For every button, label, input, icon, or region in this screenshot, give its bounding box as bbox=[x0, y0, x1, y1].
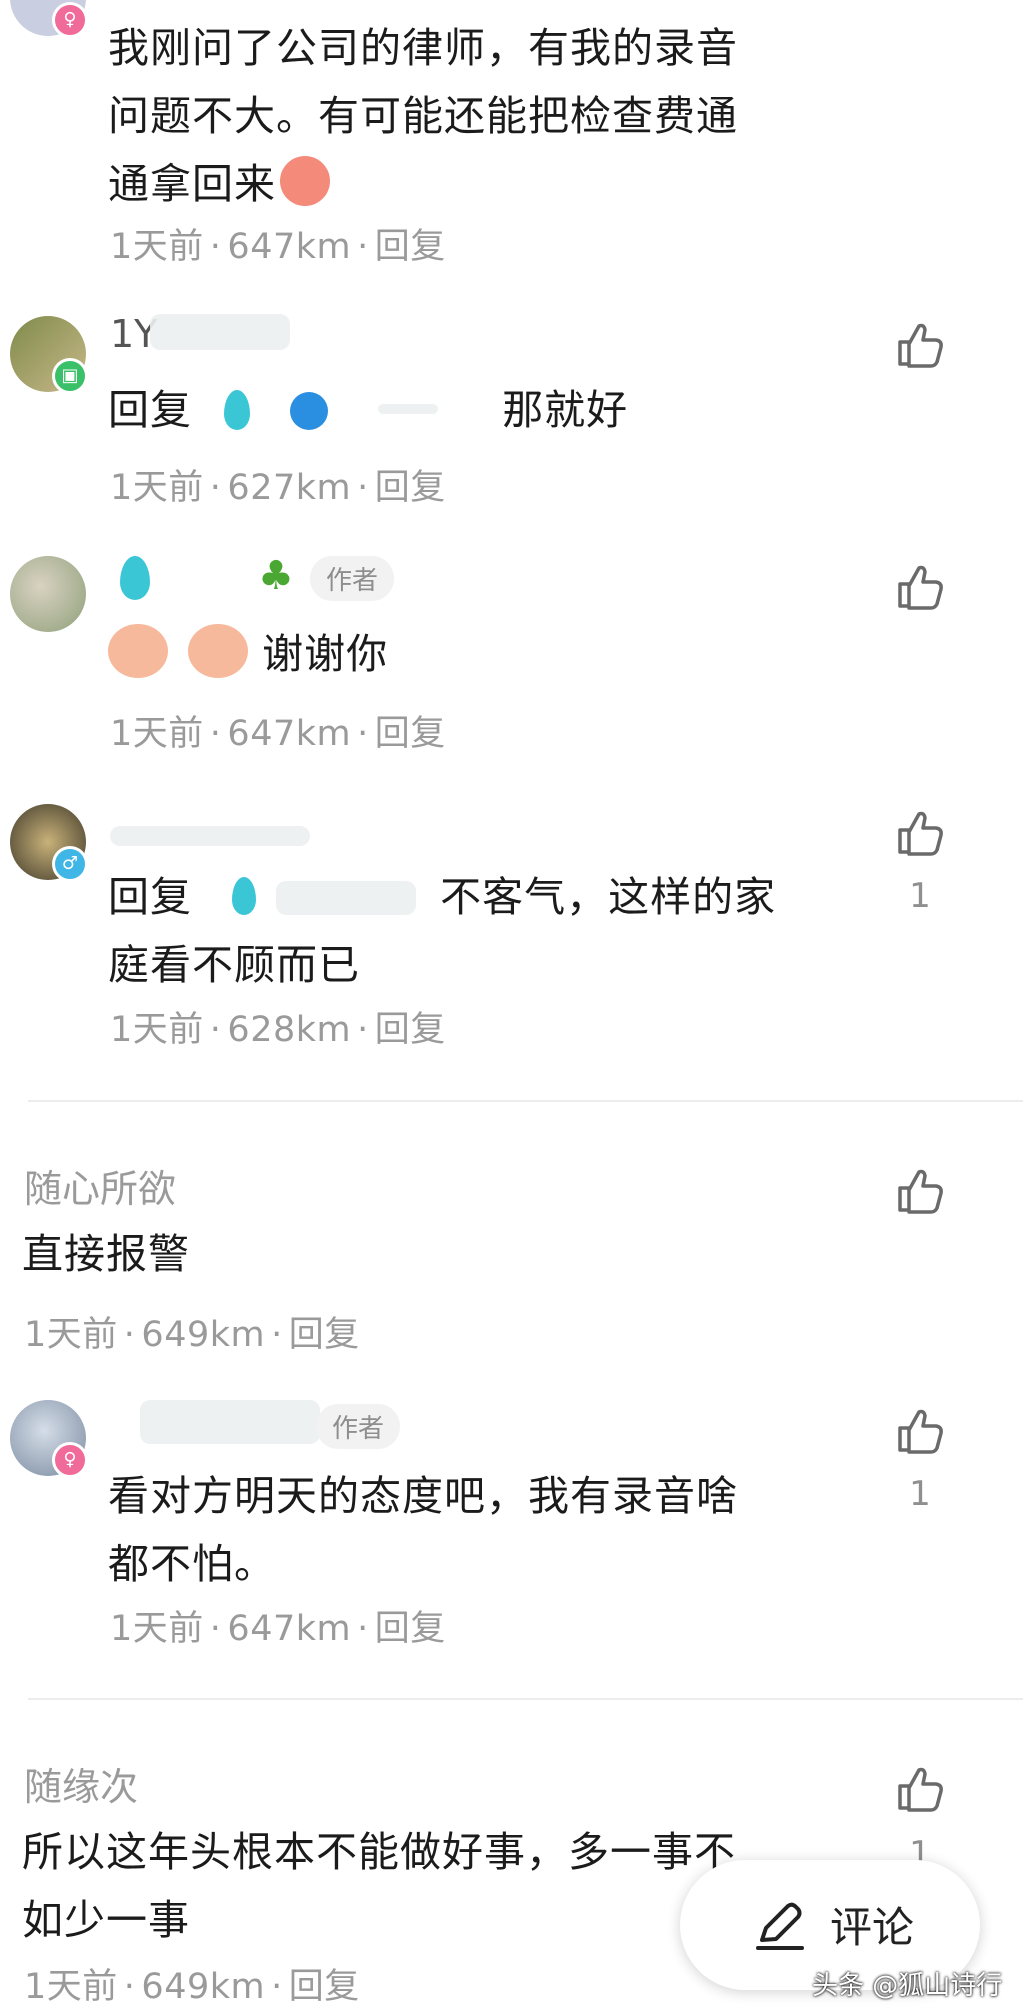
like-count: 1 bbox=[909, 876, 931, 916]
username[interactable]: 随心所欲 bbox=[24, 1158, 176, 1213]
watermark: 头条 @狐山诗行 bbox=[812, 1971, 1003, 2001]
handshake-icon bbox=[108, 624, 168, 678]
swirl-icon bbox=[290, 392, 329, 430]
avatar[interactable]: ▣ bbox=[10, 316, 88, 394]
author-tag: 作者 bbox=[310, 556, 395, 601]
comment-text: 所以这年头根本不能做好事，多一事不 如少一事 bbox=[22, 1828, 736, 1944]
thumbs-up-icon[interactable] bbox=[894, 806, 946, 858]
thumbs-up-icon[interactable] bbox=[894, 1164, 946, 1216]
comment-text: 我刚问了公司的律师，有我的录音 问题不大。有可能还能把检查费通 通拿回来 bbox=[108, 24, 738, 208]
blurred-username bbox=[150, 314, 290, 350]
comment-text: 回复 那就好 bbox=[108, 386, 629, 434]
reply-link[interactable]: 回复 bbox=[375, 1010, 446, 1050]
comment-meta: 1天前 · 647km · 回复 bbox=[110, 714, 446, 754]
reply-link[interactable]: 回复 bbox=[289, 1967, 360, 2007]
reply-link[interactable]: 回复 bbox=[375, 227, 446, 267]
like-count: 1 bbox=[909, 1474, 931, 1514]
comment-meta: 1天前 · 647km · 回复 bbox=[110, 1609, 446, 1649]
username[interactable]: 随缘次 bbox=[24, 1756, 138, 1811]
water-drop-icon bbox=[120, 556, 150, 600]
comment-meta: 1天前 · 628km · 回复 bbox=[110, 1010, 446, 1050]
thumbs-up-icon[interactable] bbox=[894, 318, 946, 370]
sprout-icon: ♣ bbox=[258, 553, 294, 599]
thumbs-up-icon[interactable] bbox=[894, 1762, 946, 1814]
emoji-icon bbox=[280, 156, 330, 206]
comment-meta: 1天前 · 649km · 回复 bbox=[24, 1315, 360, 1355]
divider bbox=[28, 1698, 1023, 1700]
divider bbox=[28, 1100, 1023, 1102]
reply-link[interactable]: 回复 bbox=[375, 1609, 446, 1649]
comment-meta: 1天前 · 627km · 回复 bbox=[110, 468, 446, 508]
comment-button-label: 评论 bbox=[830, 1903, 915, 1952]
author-tag: 作者 bbox=[316, 1404, 401, 1449]
pen-icon bbox=[756, 1902, 804, 1950]
avatar[interactable]: ♂ bbox=[10, 804, 88, 882]
comment-text: 看对方明天的态度吧，我有录音啥 都不怕。 bbox=[108, 1472, 738, 1588]
thumbs-up-icon[interactable] bbox=[894, 1404, 946, 1456]
comment-text: 谢谢你 bbox=[108, 620, 388, 688]
user-badge-icon: ▣ bbox=[52, 358, 88, 394]
handshake-icon bbox=[188, 624, 249, 678]
blurred-username bbox=[110, 826, 310, 846]
avatar[interactable]: ♀ bbox=[10, 1400, 88, 1478]
avatar[interactable] bbox=[10, 556, 86, 632]
blurred-username bbox=[140, 1400, 320, 1444]
water-drop-icon bbox=[232, 877, 257, 915]
female-badge-icon: ♀ bbox=[52, 2, 88, 38]
water-drop-icon bbox=[224, 390, 251, 430]
comment-meta: 1天前 · 647km · 回复 bbox=[110, 227, 446, 267]
thumbs-up-icon[interactable] bbox=[894, 560, 946, 612]
reply-link[interactable]: 回复 bbox=[375, 714, 446, 754]
reply-link[interactable]: 回复 bbox=[375, 468, 446, 508]
reply-link[interactable]: 回复 bbox=[289, 1315, 360, 1355]
comment-text: 直接报警 bbox=[22, 1230, 190, 1278]
male-badge-icon: ♂ bbox=[52, 846, 88, 882]
female-badge-icon: ♀ bbox=[52, 1442, 88, 1478]
comment-meta: 1天前 · 649km · 回复 bbox=[24, 1967, 360, 2007]
comment-text: 回复 不客气，这样的家 庭看不顾而已 bbox=[108, 873, 777, 989]
avatar[interactable]: ♀ bbox=[10, 0, 88, 38]
